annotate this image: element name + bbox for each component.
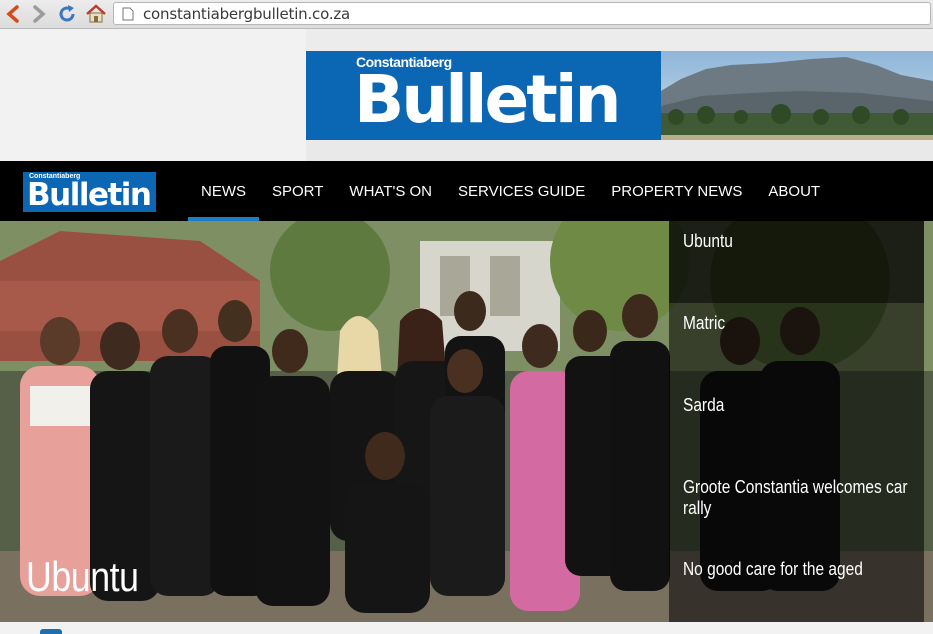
story-title[interactable]: No good care for the aged [683, 559, 909, 580]
page-header: Constantiaberg Bulletin [0, 29, 933, 161]
navbar-logo[interactable]: Constantiaberg Bulletin [23, 172, 156, 212]
story-item[interactable]: Matric [669, 303, 924, 385]
story-title[interactable]: Groote Constantia welcomes car rally [683, 477, 909, 519]
nav-item-services-guide[interactable]: SERVICES GUIDE [445, 161, 598, 221]
header-banner[interactable]: Constantiaberg Bulletin [306, 29, 933, 161]
story-title[interactable]: Matric [683, 313, 909, 334]
story-title[interactable]: Ubuntu [683, 231, 909, 252]
story-item[interactable]: Ubuntu [669, 221, 924, 303]
story-item[interactable]: Groote Constantia welcomes car rally [669, 467, 924, 549]
story-item[interactable]: No good care for the aged [669, 549, 924, 622]
navbar-logo-big: Bulletin [27, 177, 152, 213]
hero-section: Ubuntu Ubuntu Matric Sarda Groote Consta… [0, 221, 933, 622]
browser-toolbar: constantiabergbulletin.co.za [0, 0, 933, 29]
bottom-strip [0, 622, 933, 634]
url-text[interactable]: constantiabergbulletin.co.za [143, 5, 350, 23]
back-arrow-icon[interactable] [2, 3, 24, 25]
partial-logo-mark [40, 629, 62, 634]
nav-item-about[interactable]: ABOUT [755, 161, 833, 221]
nav-item-whats-on[interactable]: WHAT'S ON [336, 161, 445, 221]
home-icon[interactable] [85, 3, 107, 25]
banner-bottom [306, 140, 933, 161]
banner-logo[interactable]: Constantiaberg Bulletin [306, 51, 661, 140]
main-navbar: Constantiaberg Bulletin NEWS SPORT WHAT'… [0, 161, 933, 221]
banner-logo-big: Bulletin [354, 61, 621, 138]
forward-arrow-icon[interactable] [28, 3, 50, 25]
nav-item-property-news[interactable]: PROPERTY NEWS [598, 161, 755, 221]
page-icon [122, 7, 134, 21]
story-title[interactable]: Sarda [683, 395, 909, 416]
nav-item-news[interactable]: NEWS [188, 161, 259, 221]
hero-title[interactable]: Ubuntu [26, 553, 139, 601]
main-menu: NEWS SPORT WHAT'S ON SERVICES GUIDE PROP… [188, 161, 833, 221]
mountain-photo [661, 51, 933, 140]
reload-icon[interactable] [56, 3, 78, 25]
nav-item-sport[interactable]: SPORT [259, 161, 336, 221]
story-item[interactable]: Sarda [669, 385, 924, 467]
banner-stripe [306, 29, 933, 51]
story-list: Ubuntu Matric Sarda Groote Constantia we… [669, 221, 924, 622]
address-bar[interactable]: constantiabergbulletin.co.za [113, 2, 931, 25]
